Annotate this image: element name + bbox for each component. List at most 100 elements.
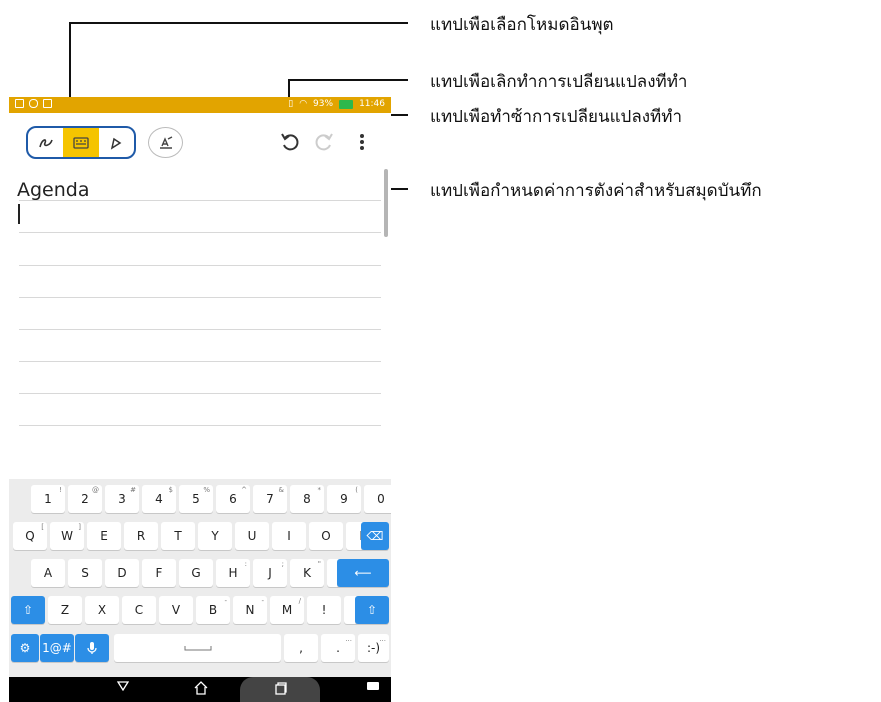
key-a[interactable]: A — [31, 559, 65, 587]
handwriting-mode-button[interactable] — [28, 128, 63, 157]
key-v[interactable]: V — [159, 596, 193, 624]
symbols-key[interactable]: 1@# — [40, 634, 74, 662]
page-rule — [19, 393, 381, 394]
device-screen: ▯ ◠ 93% 11:46 Agenda 1 ! 2 @ 3 # 4 $ 5 %… — [9, 97, 391, 702]
key-u[interactable]: U — [235, 522, 269, 550]
key-d[interactable]: D — [105, 559, 139, 587]
key-label: 1 — [44, 492, 52, 506]
key-exclamation[interactable]: ! — [307, 596, 341, 624]
key-label: M — [281, 603, 293, 617]
key-2[interactable]: 2 @ — [68, 485, 102, 513]
key-k[interactable]: K " — [290, 559, 324, 587]
key-label: Q — [25, 529, 35, 543]
page-rule — [19, 361, 381, 362]
key-5[interactable]: 5% — [179, 485, 213, 513]
keyboard-switch-button[interactable] — [363, 681, 383, 691]
key-label: 2 — [81, 492, 89, 506]
key-8[interactable]: 8 * — [290, 485, 324, 513]
voice-key[interactable] — [75, 634, 109, 662]
space-icon — [184, 646, 211, 651]
keyboard-row-bottom: ⚙ 1@# , . ... :-) ... — [9, 634, 391, 664]
shift-key-left[interactable]: ⇧ — [11, 596, 45, 624]
redo-button[interactable] — [311, 129, 337, 155]
key-label: 4 — [155, 492, 163, 506]
key-3[interactable]: 3 # — [105, 485, 139, 513]
space-key[interactable] — [114, 634, 281, 662]
key-9[interactable]: 9( — [327, 485, 361, 513]
battery-icon — [339, 99, 354, 109]
key-o[interactable]: O — [309, 522, 343, 550]
key-t[interactable]: T — [161, 522, 195, 550]
key-label: C — [134, 603, 144, 617]
key-label: 6 — [229, 492, 237, 506]
key-0[interactable]: 0) — [364, 485, 391, 513]
back-button[interactable] — [113, 681, 133, 691]
key-c[interactable]: C — [122, 596, 156, 624]
key-n[interactable]: N- — [233, 596, 267, 624]
key-label: K — [303, 566, 311, 580]
gear-icon: ⚙ — [19, 641, 31, 655]
key-label: 0 — [377, 492, 385, 506]
key-m[interactable]: M / — [270, 596, 304, 624]
page-title: Agenda — [17, 179, 90, 201]
key-w[interactable]: W] — [50, 522, 84, 550]
key-4[interactable]: 4 $ — [142, 485, 176, 513]
key-b[interactable]: B- — [196, 596, 230, 624]
redo-icon — [315, 133, 333, 151]
undo-button[interactable] — [277, 129, 303, 155]
key-z[interactable]: Z — [48, 596, 82, 624]
key-label: 5 — [192, 492, 200, 506]
scrollbar[interactable] — [384, 169, 388, 237]
enter-icon: ⟵ — [354, 566, 372, 580]
key-g[interactable]: G — [179, 559, 213, 587]
comma-key[interactable]: , — [284, 634, 318, 662]
key-label: R — [136, 529, 146, 543]
shift-key-right[interactable]: ⇧ — [355, 596, 389, 624]
key-secondary-label: $ — [168, 486, 173, 494]
pen-mode-button[interactable] — [99, 128, 134, 157]
home-button[interactable] — [191, 681, 211, 695]
clock: 11:46 — [359, 99, 385, 109]
key-label: X — [97, 603, 107, 617]
key-j[interactable]: J; — [253, 559, 287, 587]
key-h[interactable]: H: — [216, 559, 250, 587]
key-label: W — [61, 529, 73, 543]
settings-key[interactable]: ⚙ — [11, 634, 39, 662]
key-label: ! — [321, 603, 327, 617]
key-s[interactable]: S — [68, 559, 102, 587]
recents-button[interactable] — [271, 681, 291, 695]
key-f[interactable]: F — [142, 559, 176, 587]
navigation-bar — [9, 677, 391, 702]
key-label: D — [117, 566, 127, 580]
callout-label: แทปเพือเลิกทำการเปลียนแปลงทีทำ — [430, 72, 688, 92]
pen-icon — [111, 137, 122, 150]
key-6[interactable]: 6 ^ — [216, 485, 250, 513]
menu-button[interactable] — [354, 129, 370, 155]
key-7[interactable]: 7 & — [253, 485, 287, 513]
key-1[interactable]: 1! — [31, 485, 65, 513]
key-e[interactable]: E — [87, 522, 121, 550]
page-rule — [19, 297, 381, 298]
shift-icon: ⇧ — [366, 603, 378, 617]
keyboard-icon — [73, 136, 89, 149]
input-mode-selector — [26, 126, 136, 159]
period-key[interactable]: . ... — [321, 634, 355, 662]
keyboard-row-numbers: 1!2@3#4$5%6^7&8*9(0) — [9, 485, 391, 515]
text-style-button[interactable] — [148, 127, 183, 158]
backspace-key[interactable]: ⌫ — [361, 522, 389, 550]
key-y[interactable]: Y — [198, 522, 232, 550]
key-r[interactable]: R — [124, 522, 158, 550]
undo-icon — [281, 133, 299, 151]
key-secondary-label: ! — [59, 486, 62, 494]
key-label: Y — [211, 529, 219, 543]
emoticon-key[interactable]: :-) ... — [358, 634, 389, 662]
key-x[interactable]: X — [85, 596, 119, 624]
keyboard-mode-button[interactable] — [63, 128, 99, 157]
key-q[interactable]: Q[ — [13, 522, 47, 550]
shift-icon: ⇧ — [22, 603, 34, 617]
notebook-page[interactable]: Agenda — [9, 169, 391, 475]
backspace-icon: ⌫ — [366, 529, 384, 543]
key-i[interactable]: I — [272, 522, 306, 550]
emoticon-key-sup: ... — [379, 635, 386, 643]
enter-key[interactable]: ⟵ — [337, 559, 389, 587]
